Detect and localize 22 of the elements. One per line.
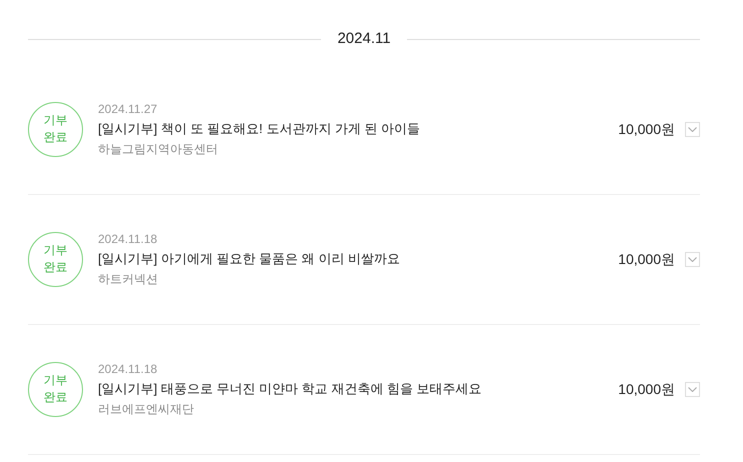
donation-title: [일시기부] 태풍으로 무너진 미얀마 학교 재건축에 힘을 보태주세요 bbox=[98, 380, 483, 398]
organization-name: 러브에프엔씨재단 bbox=[98, 401, 195, 418]
chevron-icon bbox=[688, 386, 697, 392]
donation-date: 2024.11.27 bbox=[98, 101, 158, 118]
donation-amount: 10,000원 bbox=[618, 250, 675, 268]
chevron-icon bbox=[688, 256, 697, 262]
donation-amount: 10,000원 bbox=[618, 120, 675, 138]
status-badge: 기부 완료 bbox=[28, 232, 83, 286]
donation-amount: 10,000원 bbox=[618, 380, 675, 398]
expand-toggle[interactable] bbox=[685, 252, 700, 266]
donation-date: 2024.11.18 bbox=[98, 231, 158, 248]
expand-toggle[interactable] bbox=[685, 122, 700, 136]
organization-name: 하늘그림지역아동센터 bbox=[98, 141, 219, 158]
expand-toggle[interactable] bbox=[685, 382, 700, 396]
organization-name: 하트커넥션 bbox=[98, 271, 159, 288]
donation-date: 2024.11.18 bbox=[98, 361, 158, 378]
donation-title: [일시기부] 책이 또 필요해요! 도서관까지 가게 된 아이들 bbox=[98, 120, 422, 138]
month-heading: 2024.11 bbox=[336, 29, 392, 49]
status-badge: 기부 완료 bbox=[28, 102, 83, 156]
chevron-icon bbox=[688, 126, 697, 132]
status-badge: 기부 완료 bbox=[28, 362, 83, 416]
donation-title: [일시기부] 아기에게 필요한 물품은 왜 이리 비쌀까요 bbox=[98, 250, 401, 268]
